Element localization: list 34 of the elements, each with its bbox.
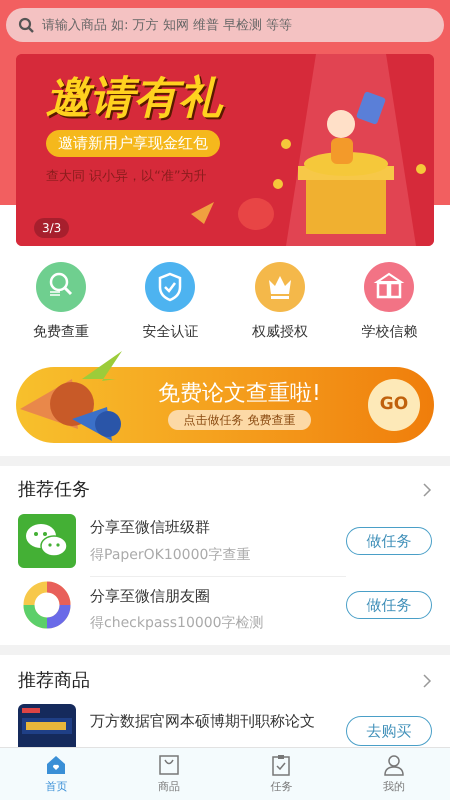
search-icon [18, 17, 34, 33]
search-field[interactable]: 请输入商品 如: 万方 知网 维普 早检测 等等 [6, 8, 444, 42]
promo-title: 免费论文查重啦! [158, 380, 321, 408]
tab-item[interactable]: 商品 [112, 748, 225, 800]
buy-button[interactable]: 去购买 [346, 716, 432, 746]
task-subtitle: 得PaperOK10000字查重 [90, 546, 252, 565]
chevron-right-icon[interactable] [422, 482, 432, 498]
shortcut-label[interactable]: 安全认证 [142, 322, 198, 343]
promo-strip[interactable]: 免费论文查重啦! 点击做任务 免费查重 GO [16, 367, 434, 443]
shopping-bag-icon [156, 752, 181, 777]
promo-banner[interactable]: 邀请有礼 邀请新用户享现金红包 查大同 识小异，以“准”为升 3/3 [16, 54, 434, 246]
task-title: 分享至微信朋友圈 [90, 586, 211, 607]
section-title: 推荐商品 [18, 669, 90, 693]
tab-item[interactable]: 首页 [0, 748, 112, 800]
chat-bubbles-icon[interactable] [18, 514, 76, 568]
page-indicator: 3/3 [34, 218, 70, 238]
section-title: 推荐任务 [18, 478, 90, 502]
person-icon [382, 752, 406, 777]
banner-title: 邀请有礼 [46, 76, 222, 120]
tab-item[interactable]: 我的 [338, 748, 450, 800]
banner-badge: 邀请新用户享现金红包 [46, 130, 220, 156]
promo-subtitle: 点击做任务 免费查重 [168, 410, 312, 430]
go-button[interactable]: GO [368, 379, 420, 431]
task-subtitle: 得checkpass10000字检测 [90, 614, 265, 634]
task-button[interactable]: 做任务 [346, 527, 432, 555]
chevron-right-icon[interactable] [422, 672, 432, 688]
task-title: 分享至微信班级群 [90, 517, 211, 538]
shortcut-label[interactable]: 权威授权 [252, 322, 308, 343]
task-button[interactable]: 做任务 [346, 591, 432, 619]
shortcut-label[interactable]: 学校信赖 [361, 322, 418, 343]
shortcut-label[interactable]: 免费查重 [32, 322, 89, 343]
banner-tagline: 查大同 识小异，以“准”为升 [46, 168, 207, 186]
product-title: 万方数据官网本硕博期刊职称论文 [90, 711, 315, 732]
tab-item[interactable]: 任务 [225, 748, 338, 800]
